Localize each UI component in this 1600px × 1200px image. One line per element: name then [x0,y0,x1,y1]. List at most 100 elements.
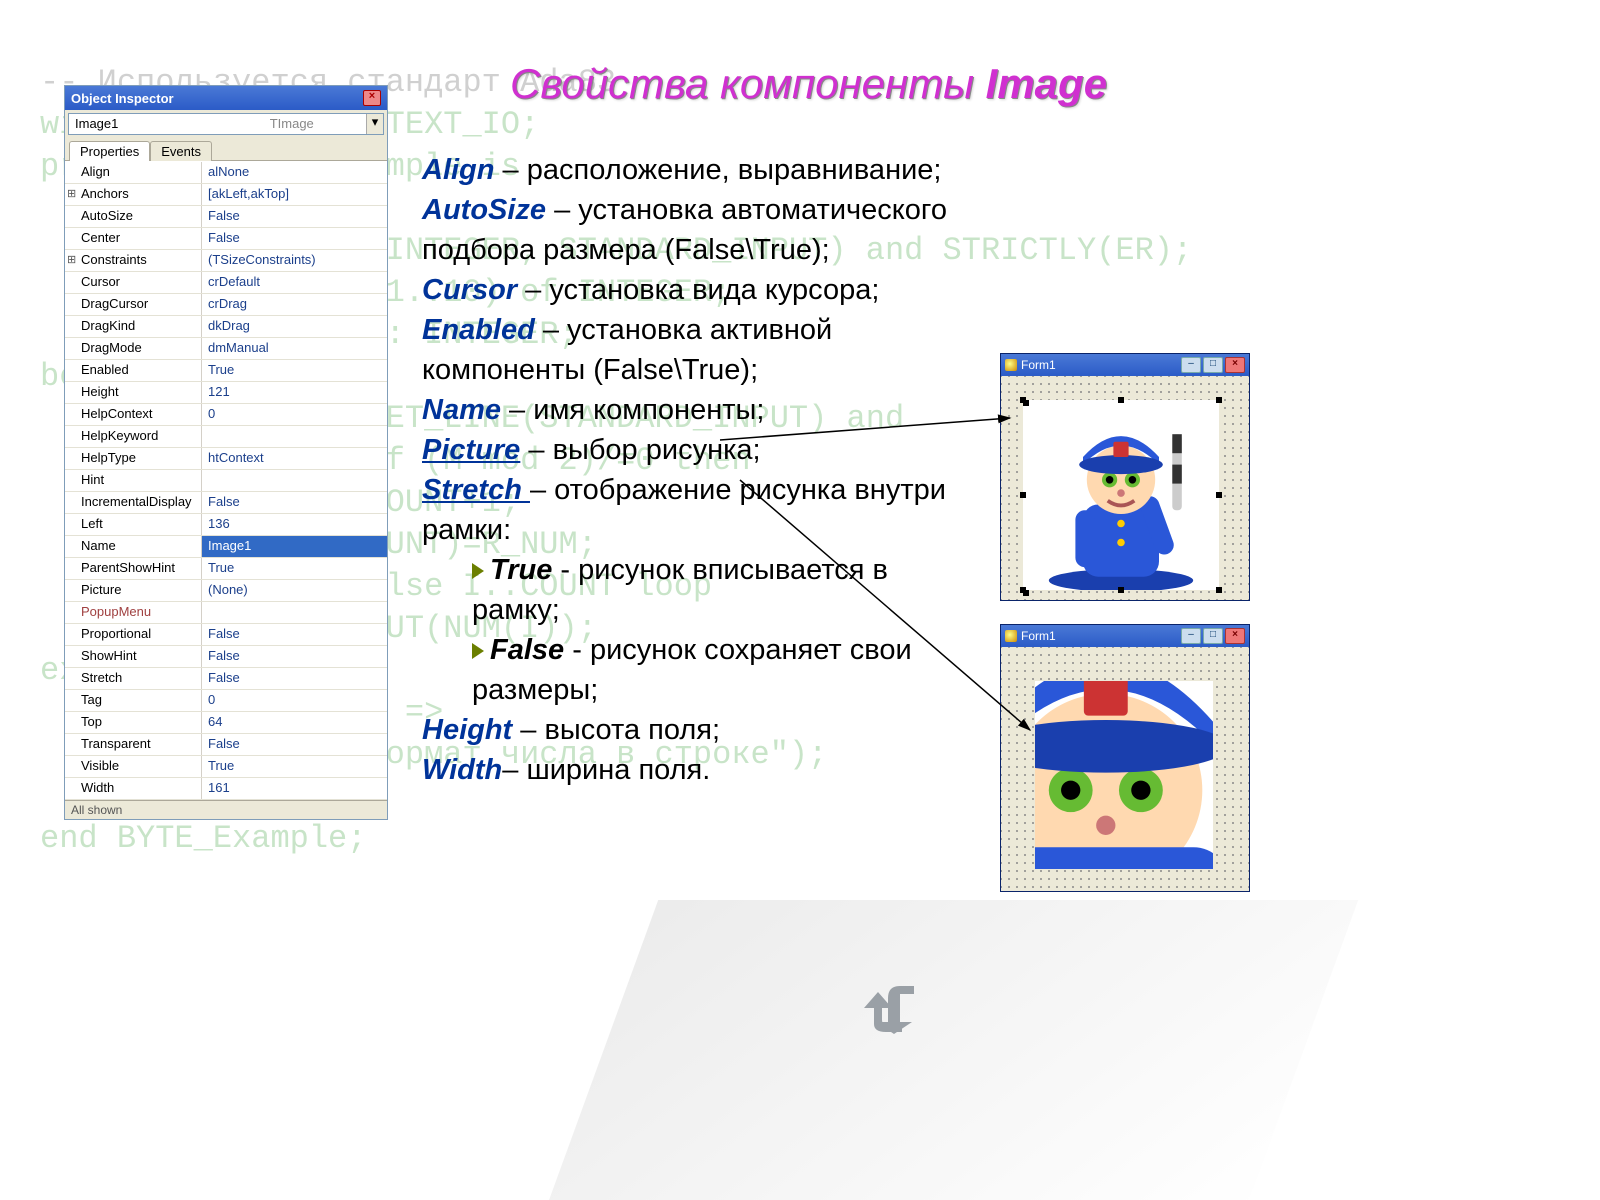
property-value[interactable]: 0 [202,404,387,425]
property-value[interactable] [202,602,387,623]
property-name: Cursor [65,272,202,293]
object-combo[interactable]: Image1 TImage ▾ [68,113,384,135]
property-row[interactable]: Tag0 [65,690,387,712]
property-row[interactable]: DragModedmManual [65,338,387,360]
property-row[interactable]: Height121 [65,382,387,404]
property-row[interactable]: StretchFalse [65,668,387,690]
property-name: IncrementalDisplay [65,492,202,513]
property-row[interactable]: AlignalNone [65,162,387,184]
property-value[interactable]: crDrag [202,294,387,315]
property-name: Height [65,382,202,403]
property-row[interactable]: HelpContext0 [65,404,387,426]
property-name: DragKind [65,316,202,337]
property-row[interactable]: CenterFalse [65,228,387,250]
property-value[interactable]: True [202,756,387,777]
property-row[interactable]: ParentShowHintTrue [65,558,387,580]
tab-events[interactable]: Events [150,141,212,161]
property-value[interactable]: (TSizeConstraints) [202,250,387,271]
property-row[interactable]: Picture(None) [65,580,387,602]
property-row[interactable]: Width161 [65,778,387,800]
close-icon[interactable]: × [1225,628,1245,644]
property-name: Name [65,536,202,557]
property-row[interactable]: EnabledTrue [65,360,387,382]
property-value[interactable]: False [202,492,387,513]
property-name: HelpKeyword [65,426,202,447]
property-name: Picture [65,580,202,601]
tab-properties[interactable]: Properties [69,141,150,161]
form-client[interactable] [1001,647,1249,891]
property-row[interactable]: ShowHintFalse [65,646,387,668]
form-preview-nostretch: Form1 – □ × [1000,624,1250,892]
property-value[interactable]: alNone [202,162,387,183]
property-row[interactable]: HelpKeyword [65,426,387,448]
form-client[interactable] [1001,376,1249,600]
property-value[interactable]: dkDrag [202,316,387,337]
cartoon-policeman-image [1023,400,1219,590]
property-row[interactable]: Constraints(TSizeConstraints) [65,250,387,272]
chevron-icon [472,563,484,579]
property-row[interactable]: DragKinddkDrag [65,316,387,338]
property-name: Left [65,514,202,535]
property-value[interactable]: [akLeft,akTop] [202,184,387,205]
close-icon[interactable]: × [1225,357,1245,373]
property-value[interactable]: True [202,558,387,579]
property-value[interactable]: 161 [202,778,387,799]
property-row[interactable]: CursorcrDefault [65,272,387,294]
property-name: Align [65,162,202,183]
property-value[interactable]: (None) [202,580,387,601]
property-value[interactable]: 64 [202,712,387,733]
form-icon [1005,630,1017,642]
property-value[interactable]: False [202,206,387,227]
form-titlebar[interactable]: Form1 – □ × [1001,625,1249,647]
property-value[interactable]: False [202,228,387,249]
property-value[interactable]: dmManual [202,338,387,359]
close-icon[interactable]: × [363,90,381,106]
property-row[interactable]: NameImage1 [65,536,387,558]
property-value[interactable]: True [202,360,387,381]
property-row[interactable]: IncrementalDisplayFalse [65,492,387,514]
slide-title: Свойства компоненты Image [510,60,1107,108]
property-row[interactable]: HelpTypehtContext [65,448,387,470]
property-row[interactable]: TransparentFalse [65,734,387,756]
property-value[interactable]: Image1 [202,536,387,557]
property-row[interactable]: ProportionalFalse [65,624,387,646]
property-row[interactable]: PopupMenu [65,602,387,624]
property-row[interactable]: Anchors[akLeft,akTop] [65,184,387,206]
property-value[interactable]: 136 [202,514,387,535]
chevron-down-icon[interactable]: ▾ [366,114,383,134]
chevron-icon [472,643,484,659]
property-value[interactable]: 121 [202,382,387,403]
property-value[interactable] [202,426,387,447]
property-value[interactable]: htContext [202,448,387,469]
property-name: Visible [65,756,202,777]
inspector-titlebar[interactable]: Object Inspector × [65,86,387,110]
property-value[interactable]: 0 [202,690,387,711]
property-name: Width [65,778,202,799]
form-titlebar[interactable]: Form1 – □ × [1001,354,1249,376]
property-row[interactable]: Hint [65,470,387,492]
property-name: Stretch [65,668,202,689]
property-value[interactable]: False [202,668,387,689]
property-grid[interactable]: AlignalNoneAnchors[akLeft,akTop]AutoSize… [65,161,387,800]
property-name: HelpContext [65,404,202,425]
image-component[interactable] [1023,400,1219,590]
property-value[interactable] [202,470,387,491]
property-row[interactable]: DragCursorcrDrag [65,294,387,316]
combo-class-name: TImage [218,114,367,134]
property-name: PopupMenu [65,602,202,623]
minimize-icon[interactable]: – [1181,357,1201,373]
image-component[interactable] [1035,681,1213,869]
property-row[interactable]: Left136 [65,514,387,536]
property-value[interactable]: False [202,646,387,667]
back-button[interactable] [862,978,920,1036]
maximize-icon[interactable]: □ [1203,628,1223,644]
property-row[interactable]: Top64 [65,712,387,734]
property-value[interactable]: crDefault [202,272,387,293]
property-row[interactable]: VisibleTrue [65,756,387,778]
combo-object-name: Image1 [69,114,218,134]
property-row[interactable]: AutoSizeFalse [65,206,387,228]
maximize-icon[interactable]: □ [1203,357,1223,373]
property-value[interactable]: False [202,734,387,755]
property-value[interactable]: False [202,624,387,645]
minimize-icon[interactable]: – [1181,628,1201,644]
